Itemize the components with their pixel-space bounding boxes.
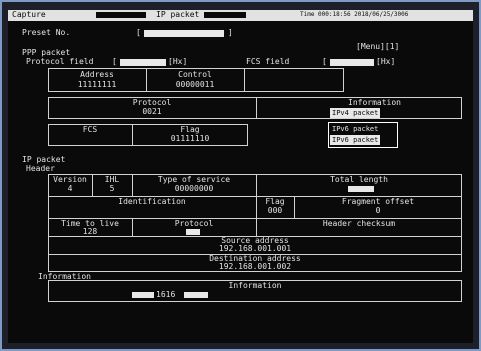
- protocol-field-label: Protocol field: [26, 57, 94, 66]
- destination-address-value[interactable]: 192.168.001.002: [48, 262, 462, 272]
- version-value[interactable]: 4: [48, 184, 92, 194]
- preset-field[interactable]: [144, 30, 224, 37]
- divider: [244, 68, 245, 92]
- fragment-offset-value[interactable]: 0: [294, 206, 462, 216]
- control-value[interactable]: 00000011: [146, 80, 244, 90]
- protocol-value[interactable]: 0021: [48, 107, 256, 117]
- capture-screen: Capture IP packet Time 000:18:56 2018/06…: [8, 10, 473, 343]
- header-checksum-label: Header checksum: [322, 219, 396, 228]
- tos-value[interactable]: 00000000: [132, 184, 256, 194]
- fcs-field-bracket: [: [322, 57, 327, 66]
- total-length-field[interactable]: [348, 186, 374, 192]
- fcs-field-selector[interactable]: [330, 59, 374, 66]
- preset-bracket-close: ]: [228, 28, 233, 37]
- title-timestamp: Time 000:18:56 2018/06/25/3006: [300, 11, 409, 18]
- ppp-information-label: Information: [348, 98, 401, 107]
- protocol-field-value[interactable]: [Hx]: [168, 57, 187, 67]
- divider: [256, 97, 257, 119]
- preset-bracket-open: [: [136, 28, 141, 37]
- title-block-left: [96, 12, 146, 18]
- menu-indicator[interactable]: [Menu][1]: [356, 42, 399, 52]
- protocol-field-bracket: [: [112, 57, 117, 66]
- title-block-right: [204, 12, 246, 18]
- fcs-field-label: FCS field: [246, 57, 290, 66]
- source-address-value[interactable]: 192.168.001.001: [48, 244, 462, 254]
- information-block-left: [132, 292, 154, 298]
- instrument-bezel: Capture IP packet Time 000:18:56 2018/06…: [0, 0, 481, 351]
- address-label: Address: [80, 70, 114, 79]
- ihl-value[interactable]: 5: [92, 184, 132, 194]
- information-value[interactable]: 1616: [156, 290, 175, 300]
- information-block-right: [184, 292, 208, 298]
- ipv4-packet-button-1[interactable]: IPv4 packet: [330, 108, 381, 118]
- preset-label: Preset No.: [22, 28, 71, 37]
- title-mode-ip: IP packet: [156, 10, 200, 19]
- total-length-label: Total length: [330, 175, 388, 184]
- address-value[interactable]: 11111111: [48, 80, 146, 90]
- fcs-label: FCS: [82, 125, 98, 134]
- information-label: Information: [228, 281, 282, 290]
- ip-header-sub: Header: [26, 164, 55, 173]
- ipv6-packet-button-2[interactable]: IPv6 packet: [330, 135, 381, 145]
- identification-label: Identification: [118, 197, 186, 206]
- title-mode-capture: Capture: [12, 10, 46, 19]
- ipv6-packet-button-1[interactable]: IPv6 packet: [332, 124, 378, 134]
- ip-protocol-field[interactable]: [186, 229, 200, 235]
- title-bar: Capture IP packet Time 000:18:56 2018/06…: [8, 10, 473, 21]
- protocol-field-selector[interactable]: [120, 59, 166, 66]
- ip-protocol-label: Protocol: [174, 219, 214, 228]
- control-label: Control: [178, 70, 212, 79]
- fcs-field-value[interactable]: [Hx]: [376, 57, 395, 67]
- flag-value[interactable]: 01111110: [132, 134, 248, 144]
- ip-flag-value[interactable]: 000: [256, 206, 294, 216]
